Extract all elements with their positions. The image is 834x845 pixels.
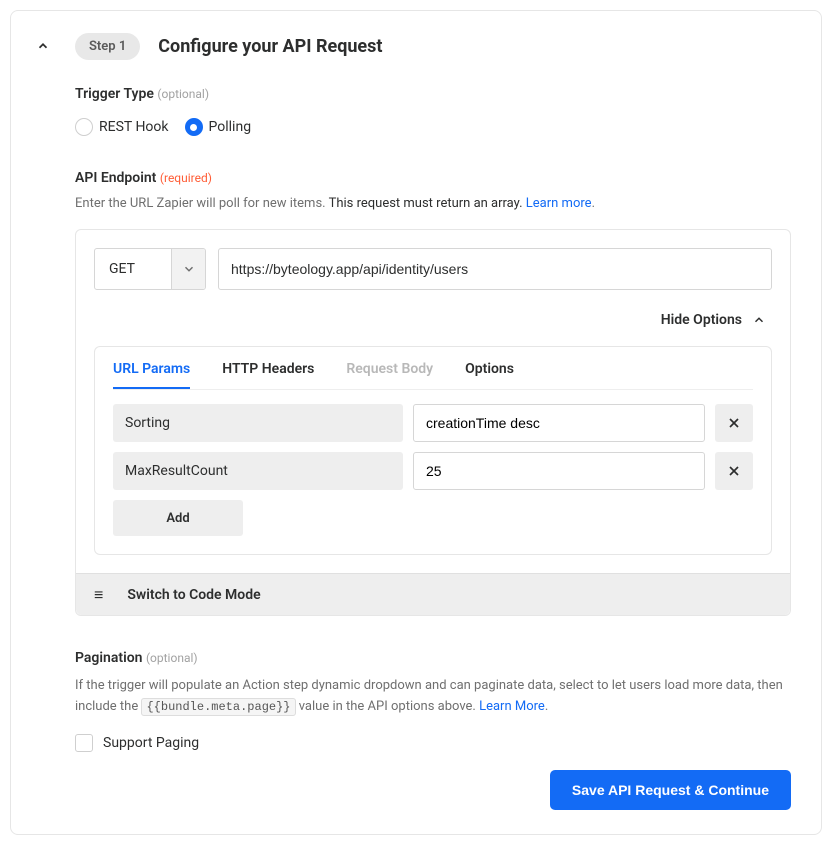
tab-options[interactable]: Options bbox=[465, 361, 514, 389]
page-title: Configure your API Request bbox=[158, 36, 382, 57]
radio-rest-hook[interactable]: REST Hook bbox=[75, 118, 169, 136]
optional-tag: (optional) bbox=[157, 87, 209, 101]
step-card: Step 1 Configure your API Request Trigge… bbox=[10, 10, 822, 835]
trigger-type-radios: REST Hook Polling bbox=[75, 118, 791, 136]
radio-label: Polling bbox=[209, 119, 252, 135]
radio-polling[interactable]: Polling bbox=[185, 118, 252, 136]
support-paging-checkbox[interactable] bbox=[75, 734, 93, 752]
tab-http-headers[interactable]: HTTP Headers bbox=[222, 361, 314, 389]
pagination-helper: If the trigger will populate an Action s… bbox=[75, 676, 791, 718]
param-row: MaxResultCount bbox=[113, 452, 753, 490]
radio-circle-icon bbox=[75, 118, 93, 136]
radio-circle-icon bbox=[185, 118, 203, 136]
tabs-box: URL Params HTTP Headers Request Body Opt… bbox=[94, 346, 772, 555]
collapse-button[interactable] bbox=[33, 36, 53, 56]
close-icon bbox=[726, 415, 742, 431]
param-key[interactable]: Sorting bbox=[113, 404, 403, 442]
support-paging-row: Support Paging bbox=[75, 734, 791, 752]
param-row: Sorting bbox=[113, 404, 753, 442]
add-param-button[interactable]: Add bbox=[113, 500, 243, 536]
method-select[interactable]: GET bbox=[94, 248, 206, 290]
learn-more-link[interactable]: Learn more bbox=[526, 196, 592, 211]
chevron-up-icon bbox=[752, 313, 766, 327]
chevron-down-icon bbox=[182, 262, 196, 276]
trigger-type-label: Trigger Type (optional) bbox=[75, 86, 791, 102]
step-header: Step 1 Configure your API Request bbox=[75, 33, 791, 60]
step-pill: Step 1 bbox=[75, 33, 140, 60]
hide-options-toggle[interactable]: Hide Options bbox=[94, 312, 766, 328]
method-dropdown-button[interactable] bbox=[171, 249, 205, 289]
code-chip: {{bundle.meta.page}} bbox=[141, 698, 295, 716]
method-label: GET bbox=[95, 249, 171, 289]
delete-param-button[interactable] bbox=[715, 452, 753, 490]
learn-more-link[interactable]: Learn More bbox=[479, 699, 545, 714]
url-params-grid: Sorting MaxResultCount Add bbox=[113, 404, 753, 536]
pagination-label: Pagination (optional) bbox=[75, 650, 791, 666]
chevron-up-icon bbox=[36, 39, 50, 53]
url-input[interactable] bbox=[218, 248, 772, 290]
request-box: GET Hide Options URL Params HTTP Headers… bbox=[75, 229, 791, 616]
optional-tag: (optional) bbox=[146, 651, 198, 665]
code-icon: ≡ bbox=[94, 585, 103, 605]
required-tag: (required) bbox=[160, 171, 212, 185]
param-value-input[interactable] bbox=[413, 404, 705, 442]
tab-url-params[interactable]: URL Params bbox=[113, 361, 190, 389]
code-mode-label: Switch to Code Mode bbox=[127, 587, 260, 603]
save-continue-button[interactable]: Save API Request & Continue bbox=[550, 770, 791, 810]
code-mode-button[interactable]: ≡ Switch to Code Mode bbox=[76, 573, 790, 615]
url-row: GET bbox=[94, 248, 772, 290]
api-endpoint-helper: Enter the URL Zapier will poll for new i… bbox=[75, 196, 791, 211]
close-icon bbox=[726, 463, 742, 479]
support-paging-label: Support Paging bbox=[103, 735, 199, 751]
param-value-input[interactable] bbox=[413, 452, 705, 490]
delete-param-button[interactable] bbox=[715, 404, 753, 442]
radio-label: REST Hook bbox=[99, 119, 169, 135]
param-key[interactable]: MaxResultCount bbox=[113, 452, 403, 490]
tabs-row: URL Params HTTP Headers Request Body Opt… bbox=[113, 361, 753, 390]
api-endpoint-label: API Endpoint (required) bbox=[75, 170, 791, 186]
tab-request-body[interactable]: Request Body bbox=[346, 361, 433, 389]
